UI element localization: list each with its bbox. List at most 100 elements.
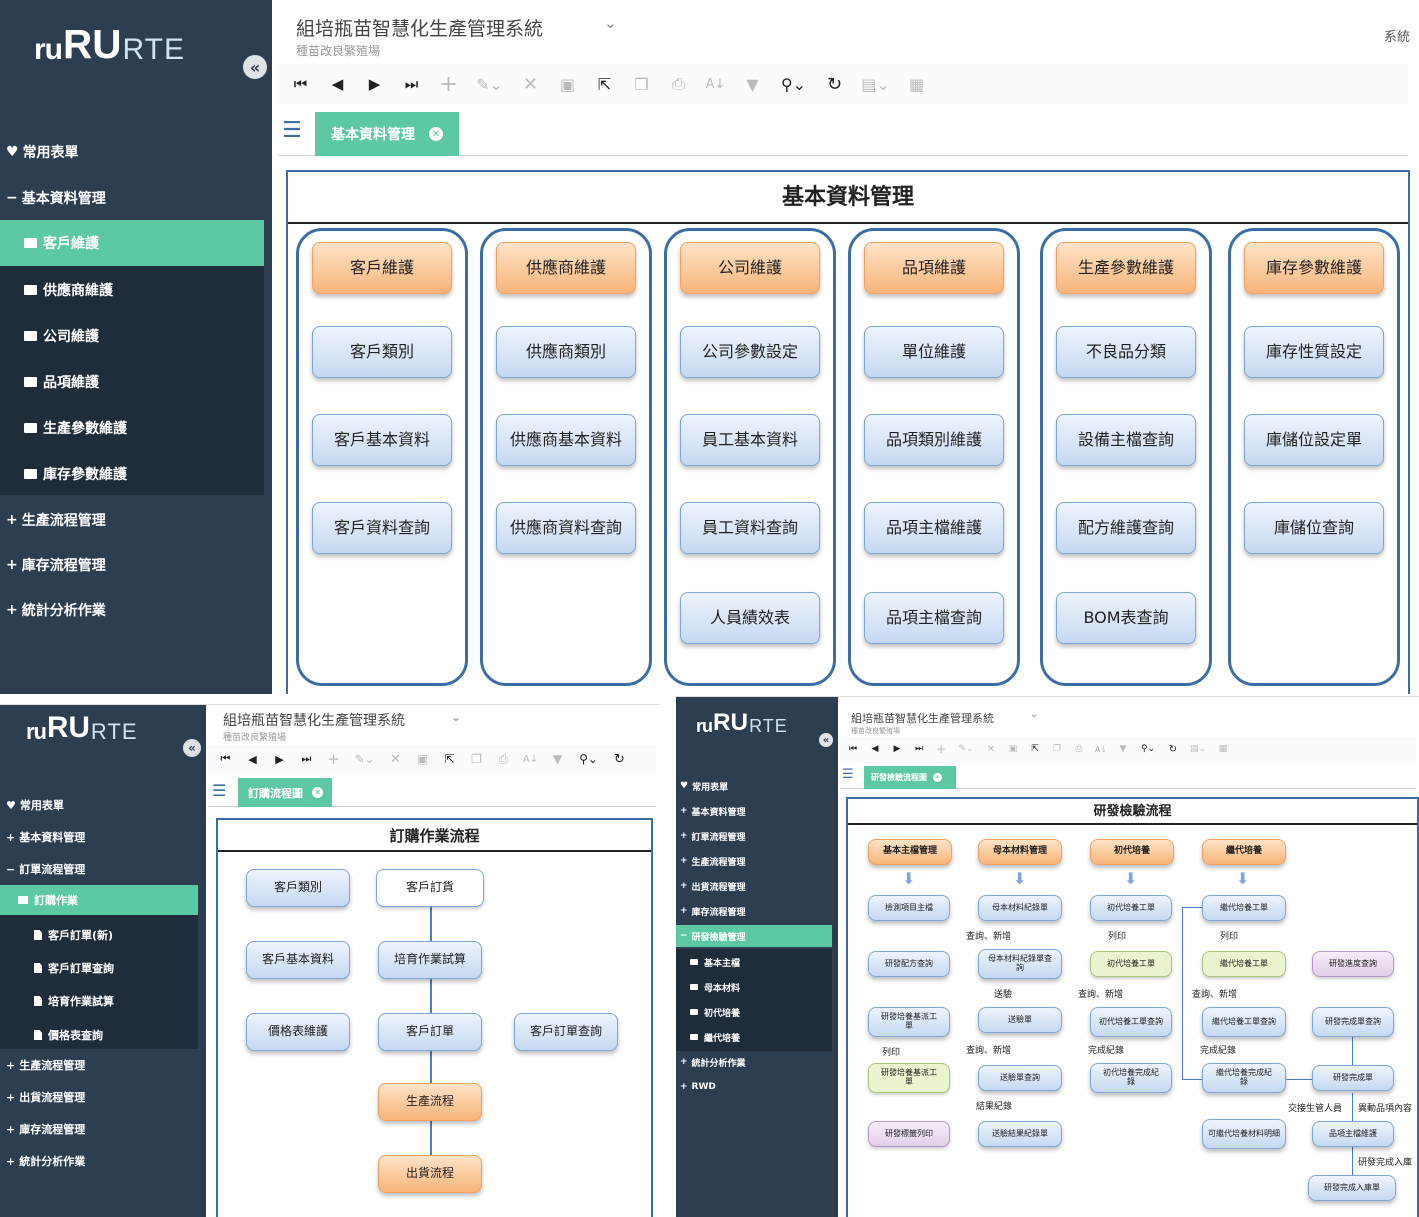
save-icon[interactable]: ▣ [1002, 744, 1024, 754]
function-button[interactable]: 員工資料查詢 [680, 502, 820, 554]
refresh-icon[interactable]: ↻ [816, 74, 853, 95]
sidebar-item-production-flow[interactable]: + 生產流程管理 [676, 852, 832, 870]
node-customer-basic[interactable]: 客戶基本資料 [246, 941, 350, 979]
tab-basic-data[interactable]: 基本資料管理 ✕ [315, 112, 459, 156]
sidebar-item-purchase[interactable]: 訂購作業 [0, 885, 198, 915]
node-rd-done[interactable]: 研發完成單 [1312, 1065, 1394, 1091]
function-button[interactable]: 客戶資料查詢 [312, 502, 452, 554]
next-icon[interactable]: ▶ [266, 753, 293, 766]
node-inspection-sheet[interactable]: 送驗單 [978, 1007, 1062, 1033]
close-icon[interactable]: ✕ [933, 773, 942, 782]
node-price-maint[interactable]: 價格表維護 [246, 1013, 350, 1051]
report-icon[interactable]: ▦ [898, 75, 935, 94]
node-sub-work-order-2[interactable]: 繼代培養工單 [1202, 951, 1286, 977]
function-button[interactable]: 庫儲位查詢 [1244, 502, 1384, 554]
node-first-complete[interactable]: 初代培養完成紀錄 [1090, 1063, 1172, 1093]
sidebar-item-cultivation-calc[interactable]: 培育作業試算 [0, 990, 198, 1012]
print-icon[interactable]: ⎙ [1068, 744, 1090, 754]
sidebar-item-production-flow[interactable]: + 生產流程管理 [0, 1054, 198, 1076]
search-icon[interactable]: ⚲⌄ [1134, 744, 1162, 754]
node-customer-order-request[interactable]: 客戶訂貨 [376, 869, 484, 907]
node-inspection-query[interactable]: 送驗單查詢 [978, 1065, 1062, 1091]
node-item-master[interactable]: 品項主檔維護 [1312, 1121, 1394, 1147]
first-icon[interactable]: ⏮ [212, 752, 239, 766]
function-button[interactable]: 不良品分類 [1056, 326, 1196, 378]
node-production-flow[interactable]: 生產流程 [378, 1083, 482, 1121]
header-mother-mgmt[interactable]: 母本材料管理 [978, 839, 1062, 865]
header-sub-culture[interactable]: 繼代培養 [1202, 839, 1286, 865]
category-header-button[interactable]: 生產參數維護 [1056, 242, 1196, 294]
sidebar-item-stats[interactable]: + 統計分析作業 [0, 1150, 198, 1172]
close-icon[interactable]: ✕ [312, 787, 323, 798]
prev-icon[interactable]: ◀ [239, 753, 266, 766]
header-master-mgmt[interactable]: 基本主檔管理 [868, 839, 952, 865]
function-button[interactable]: 配方維護查詢 [1056, 502, 1196, 554]
chevron-down-icon[interactable]: ⌄ [604, 14, 617, 32]
function-button[interactable]: 庫儲位設定單 [1244, 414, 1384, 466]
function-button[interactable]: 單位維護 [864, 326, 1004, 378]
edit-icon[interactable]: ✎⌄ [347, 752, 382, 766]
node-first-work-order-2[interactable]: 初代培養工單 [1090, 951, 1172, 977]
sidebar-item-customer[interactable]: 客戶維護 [0, 220, 264, 266]
node-mother-record-query[interactable]: 母本材料紀錄單查詢 [978, 949, 1062, 979]
node-rd-label-print[interactable]: 研發標籤列印 [868, 1121, 950, 1147]
edit-icon[interactable]: ✎⌄ [467, 75, 512, 94]
add-icon[interactable]: + [930, 742, 952, 756]
node-cultivation-trial[interactable]: 培育作業試算 [378, 941, 482, 979]
sidebar-item-order-flow[interactable]: − 訂單流程管理 [0, 858, 198, 880]
function-button[interactable]: 公司參數設定 [680, 326, 820, 378]
function-button[interactable]: 客戶類別 [312, 326, 452, 378]
sidebar-item-favorites[interactable]: ♥ 常用表單 [0, 794, 198, 816]
delete-icon[interactable]: ✕ [980, 744, 1002, 755]
collapse-sidebar-button[interactable]: « [243, 55, 267, 79]
node-first-work-order[interactable]: 初代培養工單 [1090, 895, 1172, 921]
node-rd-formula-query[interactable]: 研發配方查詢 [868, 951, 950, 977]
sidebar-item-favorites[interactable]: ♥ 常用表單 [676, 777, 832, 795]
sidebar-item-inventory-flow[interactable]: + 庫存流程管理 [676, 902, 832, 920]
sort-icon[interactable]: A↓ [697, 77, 734, 92]
node-rd-progress[interactable]: 研發進度查詢 [1312, 951, 1394, 977]
sidebar-item-price-query[interactable]: 價格表查詢 [0, 1024, 198, 1046]
sidebar-item-sub-culture[interactable]: 繼代培養 [676, 1028, 832, 1046]
next-icon[interactable]: ▶ [356, 75, 393, 93]
node-customer-category[interactable]: 客戶類別 [246, 869, 350, 907]
sidebar-item-order-new[interactable]: 客戶訂單(新) [0, 924, 198, 946]
function-button[interactable]: 品項主檔查詢 [864, 592, 1004, 644]
function-button[interactable]: 供應商類別 [496, 326, 636, 378]
category-header-button[interactable]: 品項維護 [864, 242, 1004, 294]
sidebar-item-stats[interactable]: + 統計分析作業 [676, 1053, 832, 1071]
last-icon[interactable]: ⏭ [293, 752, 320, 766]
sidebar-item-order-query[interactable]: 客戶訂單查詢 [0, 957, 198, 979]
refresh-icon[interactable]: ↻ [1162, 744, 1184, 755]
print-icon[interactable]: ⎙ [660, 74, 697, 94]
function-button[interactable]: 員工基本資料 [680, 414, 820, 466]
sidebar-item-inventory-flow[interactable]: + 庫存流程管理 [0, 551, 264, 579]
export-icon[interactable]: ⇱ [436, 752, 463, 766]
node-mother-record[interactable]: 母本材料紀錄單 [978, 895, 1062, 921]
sidebar-item-item[interactable]: 品項維護 [0, 368, 264, 396]
function-button[interactable]: 供應商資料查詢 [496, 502, 636, 554]
node-inspection-result[interactable]: 送驗結果紀錄單 [978, 1121, 1062, 1147]
function-button[interactable]: 品項類別維護 [864, 414, 1004, 466]
first-icon[interactable]: ⏮ [842, 744, 864, 754]
tab-rd-flow[interactable]: 研發檢驗流程圖 ✕ [864, 766, 956, 789]
sidebar-item-first-culture[interactable]: 初代培養 [676, 1003, 832, 1021]
function-button[interactable]: BOM表查詢 [1056, 592, 1196, 644]
function-button[interactable]: 供應商基本資料 [496, 414, 636, 466]
node-customer-order-query[interactable]: 客戶訂單查詢 [514, 1013, 618, 1051]
layout-icon[interactable]: ▤⌄ [853, 75, 898, 94]
node-customer-order[interactable]: 客戶訂單 [378, 1013, 482, 1051]
category-header-button[interactable]: 公司維護 [680, 242, 820, 294]
sidebar-item-company[interactable]: 公司維護 [0, 322, 264, 350]
export-icon[interactable]: ⇱ [1024, 744, 1046, 754]
copy-icon[interactable]: ❐ [623, 75, 660, 94]
sidebar-item-shipping-flow[interactable]: + 出貨流程管理 [0, 1086, 198, 1108]
sidebar-item-basic-data[interactable]: − 基本資料管理 [0, 184, 264, 212]
node-sub-work-order[interactable]: 繼代培養工單 [1202, 895, 1286, 921]
layout-icon[interactable]: ▤⌄ [1184, 744, 1212, 754]
sidebar-item-shipping-flow[interactable]: + 出貨流程管理 [676, 877, 832, 895]
sidebar-item-mother[interactable]: 母本材料 [676, 978, 832, 996]
function-button[interactable]: 庫存性質設定 [1244, 326, 1384, 378]
function-button[interactable]: 人員績效表 [680, 592, 820, 644]
sidebar-item-inventory-param[interactable]: 庫存參數維護 [0, 460, 264, 488]
